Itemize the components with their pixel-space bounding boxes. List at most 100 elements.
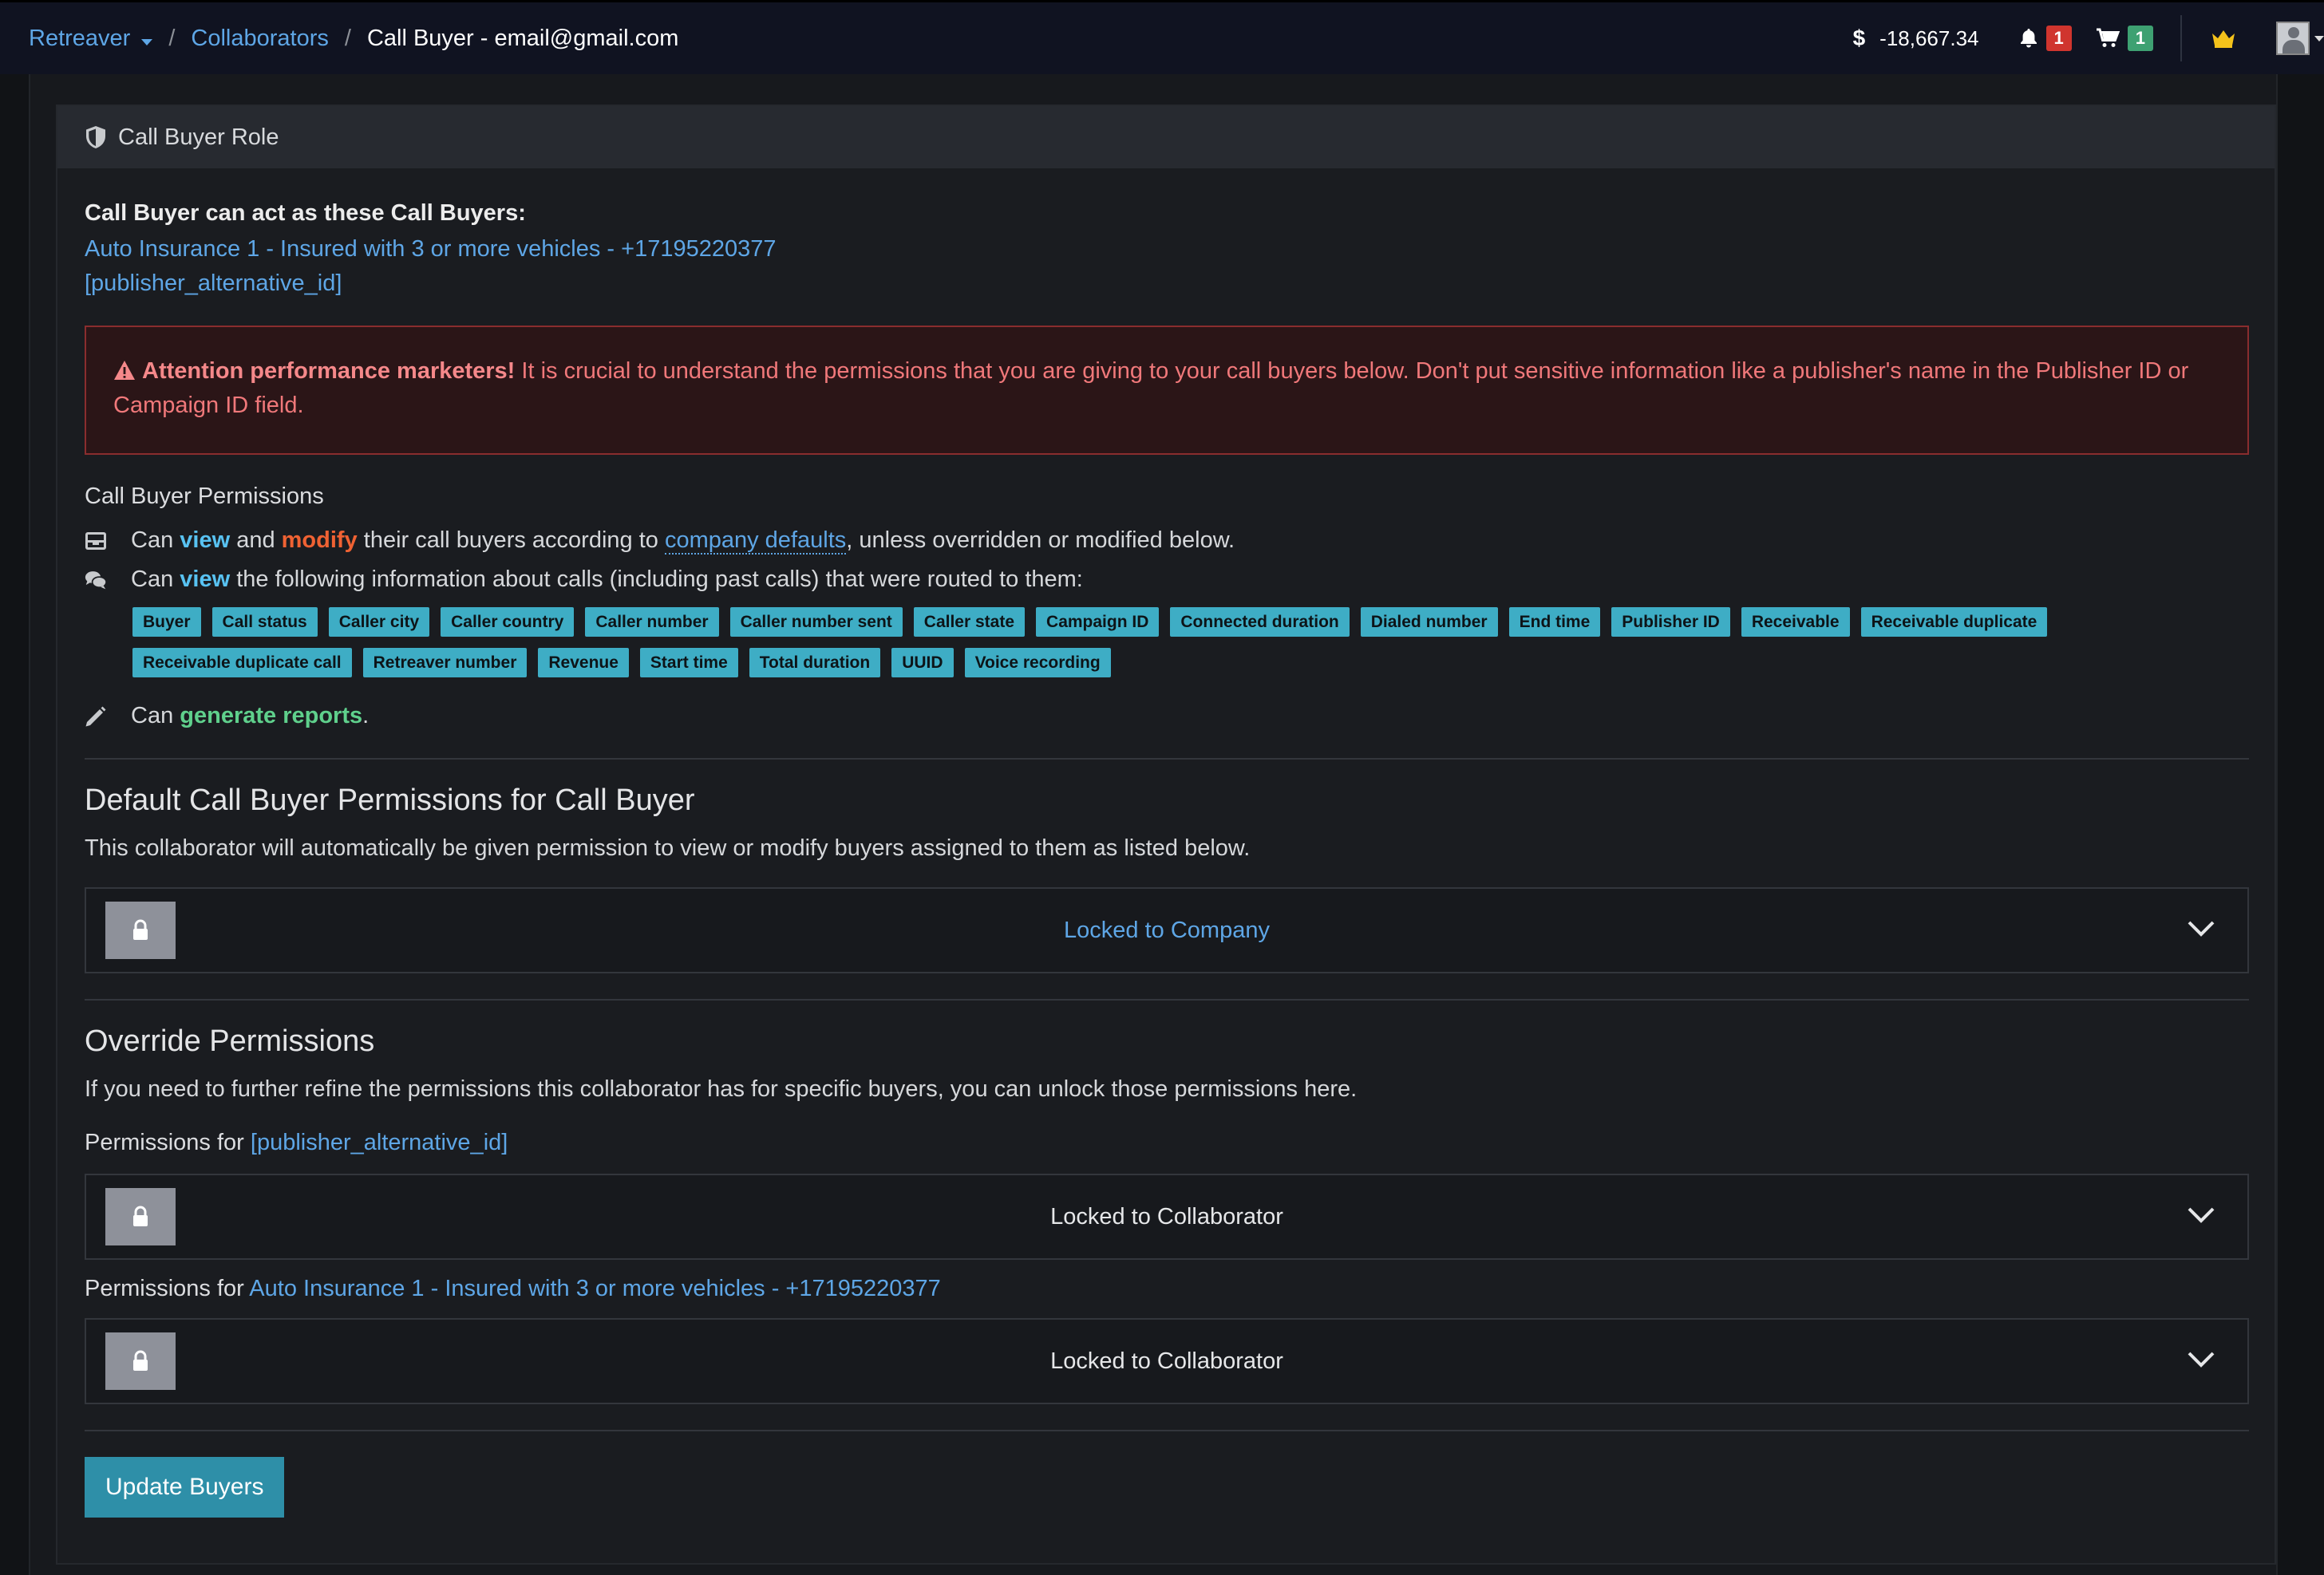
top-navbar: Retreaver / Collaborators / Call Buyer -… — [0, 0, 2324, 74]
field-tag: Buyer — [132, 607, 201, 637]
permissions-for-text: Permissions for — [85, 1130, 251, 1155]
breadcrumb-separator: / — [168, 25, 176, 51]
override-lockbar[interactable]: Locked to Collaborator — [85, 1318, 2249, 1404]
brand-dropdown[interactable]: Retreaver — [29, 25, 153, 52]
field-tag: Revenue — [538, 648, 629, 677]
attention-alert: Attention performance marketers! It is c… — [85, 326, 2249, 455]
breadcrumb-current: Call Buyer - email@gmail.com — [366, 25, 679, 51]
text-tail: . — [362, 703, 370, 728]
permission-text: Can view the following information about… — [131, 566, 1083, 593]
topbar-divider — [2180, 15, 2182, 61]
permissions-target-link[interactable]: [publisher_alternative_id] — [251, 1130, 508, 1155]
field-tag: Connected duration — [1170, 607, 1350, 637]
permission-reports-row: Can generate reports. — [85, 703, 2249, 729]
field-tag: Caller state — [913, 607, 1026, 637]
notifications-button[interactable]: 1 — [2019, 26, 2072, 51]
lock-state-label: Locked to Collaborator — [1050, 1348, 1283, 1374]
lock-toggle-button[interactable] — [105, 902, 176, 959]
notifications-badge: 1 — [2045, 26, 2072, 51]
shield-icon — [86, 126, 105, 148]
left-gutter — [0, 74, 30, 1575]
lock-toggle-button[interactable] — [105, 1188, 176, 1245]
field-tag: Start time — [639, 648, 738, 677]
text-and: and — [230, 527, 282, 553]
acts-as-label: Call Buyer can act as these Call Buyers: — [85, 200, 526, 226]
field-tag: Total duration — [749, 648, 881, 677]
keyword-view: view — [180, 527, 231, 553]
text-can: Can — [131, 703, 180, 728]
crown-icon — [2212, 30, 2235, 48]
permission-text: Can generate reports. — [131, 703, 369, 729]
breadcrumb-separator: / — [344, 25, 351, 51]
bell-icon — [2020, 29, 2037, 48]
acts-as-buyer-link[interactable]: [publisher_alternative_id] — [85, 270, 2249, 297]
user-menu[interactable] — [2276, 22, 2324, 55]
lock-icon — [133, 1206, 148, 1226]
lock-state-label: Locked to Collaborator — [1050, 1203, 1283, 1230]
update-buyers-button[interactable]: Update Buyers — [85, 1457, 285, 1518]
field-tag: Receivable — [1741, 607, 1850, 637]
field-tag: Dialed number — [1360, 607, 1498, 637]
comments-icon — [85, 569, 107, 591]
field-tag: End time — [1508, 607, 1601, 637]
keyword-generate-reports: generate reports — [180, 703, 363, 728]
field-tag: Caller city — [328, 607, 430, 637]
lock-icon — [133, 1350, 148, 1371]
field-tag: Retreaver number — [362, 648, 528, 677]
right-gutter — [2276, 74, 2324, 1575]
default-permissions-heading: Default Call Buyer Permissions for Call … — [85, 784, 695, 817]
permissions-for-label: Permissions for [publisher_alternative_i… — [85, 1130, 2249, 1156]
cart-button[interactable]: 1 — [2096, 26, 2153, 51]
field-tag: Call status — [211, 607, 318, 637]
pencil-icon — [85, 705, 107, 728]
brand-label: Retreaver — [29, 25, 131, 51]
chevron-down-icon[interactable] — [2187, 1206, 2215, 1225]
text-tail: the following information about calls (i… — [230, 566, 1083, 592]
panel-header: Call Buyer Role — [57, 106, 2275, 168]
call-buyer-role-panel: Call Buyer Role Call Buyer can act as th… — [56, 105, 2276, 1565]
text-tail: , unless overridden or modified below. — [846, 527, 1235, 553]
section-divider — [85, 1430, 2249, 1431]
acts-as-buyer-link[interactable]: Auto Insurance 1 - Insured with 3 or mor… — [85, 236, 2249, 262]
text-can: Can — [131, 566, 180, 592]
field-tag: Voice recording — [964, 648, 1111, 677]
lock-toggle-button[interactable] — [105, 1332, 176, 1390]
chevron-down-icon[interactable] — [2187, 919, 2215, 938]
permissions-for-label: Permissions for Auto Insurance 1 - Insur… — [85, 1276, 2249, 1302]
field-tag: Caller number — [585, 607, 719, 637]
field-tag: Receivable duplicate call — [132, 648, 352, 677]
premium-button[interactable] — [2211, 29, 2236, 48]
dollar-icon: $ — [1852, 26, 1866, 50]
text-mid: their call buyers according to — [357, 527, 665, 553]
alert-strong: Attention performance marketers! — [142, 358, 516, 384]
permission-view-row: Can view the following information about… — [85, 566, 2249, 593]
field-tag: Caller number sent — [729, 607, 903, 637]
field-tag: Receivable duplicate — [1860, 607, 2048, 637]
default-permissions-desc: This collaborator will automatically be … — [85, 835, 1251, 861]
warning-triangle-icon — [114, 361, 135, 380]
section-divider — [85, 999, 2249, 1001]
permissions-target-link[interactable]: Auto Insurance 1 - Insured with 3 or mor… — [249, 1276, 941, 1301]
visible-fields-tag-list: Buyer Call status Caller city Caller countr… — [132, 607, 2192, 689]
inbox-tray-icon — [85, 531, 107, 551]
panel-title: Call Buyer Role — [118, 124, 279, 150]
breadcrumb: Retreaver / Collaborators / Call Buyer -… — [0, 26, 678, 52]
override-lockbar[interactable]: Locked to Collaborator — [85, 1174, 2249, 1260]
account-balance[interactable]: $ -18,667.34 — [1853, 26, 1979, 51]
field-tag: Publisher ID — [1611, 607, 1730, 637]
lock-state-label: Locked to Company — [1064, 917, 1270, 943]
keyword-view: view — [180, 566, 231, 592]
override-permissions-desc: If you need to further refine the permis… — [85, 1076, 1358, 1102]
company-defaults-link[interactable]: company defaults — [664, 527, 847, 555]
avatar — [2276, 22, 2310, 55]
permissions-for-text: Permissions for — [85, 1276, 250, 1301]
permissions-title: Call Buyer Permissions — [85, 484, 324, 509]
chevron-down-icon[interactable] — [2187, 1350, 2215, 1369]
lock-icon — [133, 919, 148, 940]
balance-value: -18,667.34 — [1879, 26, 1979, 50]
field-tag: Caller country — [441, 607, 575, 637]
default-permissions-lockbar[interactable]: Locked to Company — [85, 887, 2249, 973]
cart-badge: 1 — [2127, 26, 2153, 51]
breadcrumb-collaborators[interactable]: Collaborators — [191, 26, 328, 52]
override-permissions-heading: Override Permissions — [85, 1024, 375, 1058]
